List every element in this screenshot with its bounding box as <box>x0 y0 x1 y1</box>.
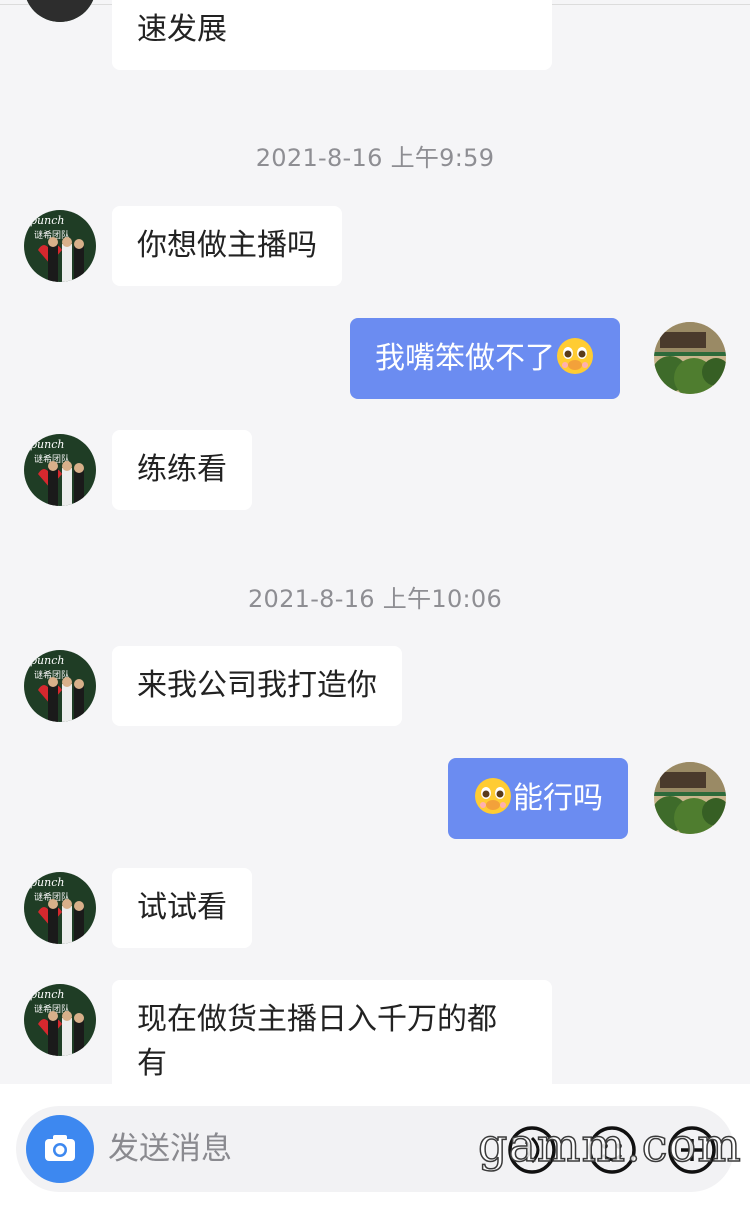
message-text: 我嘴笨做不了 <box>375 341 555 376</box>
contact-avatar[interactable]: punch 谜希团队 <box>24 650 96 722</box>
camera-button[interactable] <box>26 1115 94 1183</box>
message-bubble-sent[interactable]: 我嘴笨做不了 <box>350 318 620 399</box>
message-bubble[interactable]: 练练看 <box>112 430 252 510</box>
message-text: 来我公司我打造你 <box>137 668 377 703</box>
contact-avatar[interactable]: punch 谜希团队 <box>24 872 96 944</box>
svg-text:punch: punch <box>30 876 64 889</box>
message-text: 你想做主播吗 <box>137 228 317 263</box>
svg-text:punch: punch <box>30 438 64 451</box>
message-bubble-sent[interactable]: 能行吗 <box>448 758 628 839</box>
message-input[interactable] <box>108 1126 488 1172</box>
pleading-face-icon <box>555 336 595 376</box>
contact-avatar[interactable]: punch 谜希团队 <box>24 210 96 282</box>
message-text: 练练看 <box>137 452 227 487</box>
message-text: 能行吗 <box>513 781 603 816</box>
contact-avatar[interactable]: punch 谜希团队 <box>24 984 96 1056</box>
svg-text:punch: punch <box>30 214 64 227</box>
message-timestamp: 2021-8-16 上午10:06 <box>247 585 503 613</box>
message-bubble[interactable]: 你想做主播吗 <box>112 206 342 286</box>
user-avatar[interactable] <box>654 322 726 394</box>
message-bubble[interactable]: 现在做货主播日入千万的都 有 <box>112 980 552 1100</box>
message-text: 速发展 <box>137 12 227 47</box>
composer-bar: gamm.com <box>0 1084 750 1212</box>
pleading-face-icon <box>473 776 513 816</box>
message-text: 试试看 <box>137 890 227 925</box>
contact-avatar[interactable]: punch 谜希团队 <box>24 434 96 506</box>
svg-text:punch: punch <box>30 988 64 1001</box>
contact-avatar[interactable] <box>24 0 96 22</box>
user-avatar[interactable] <box>654 762 726 834</box>
message-timestamp: 2021-8-16 上午9:59 <box>255 144 495 172</box>
camera-icon <box>45 1135 75 1161</box>
message-text: 有 <box>137 1046 167 1081</box>
watermark: gamm.com <box>477 1117 742 1173</box>
message-bubble[interactable]: 来我公司我打造你 <box>112 646 402 726</box>
message-bubble[interactable]: 速发展 <box>112 0 552 70</box>
svg-text:punch: punch <box>30 654 64 667</box>
message-text: 现在做货主播日入千万的都 <box>137 1002 497 1037</box>
message-bubble[interactable]: 试试看 <box>112 868 252 948</box>
